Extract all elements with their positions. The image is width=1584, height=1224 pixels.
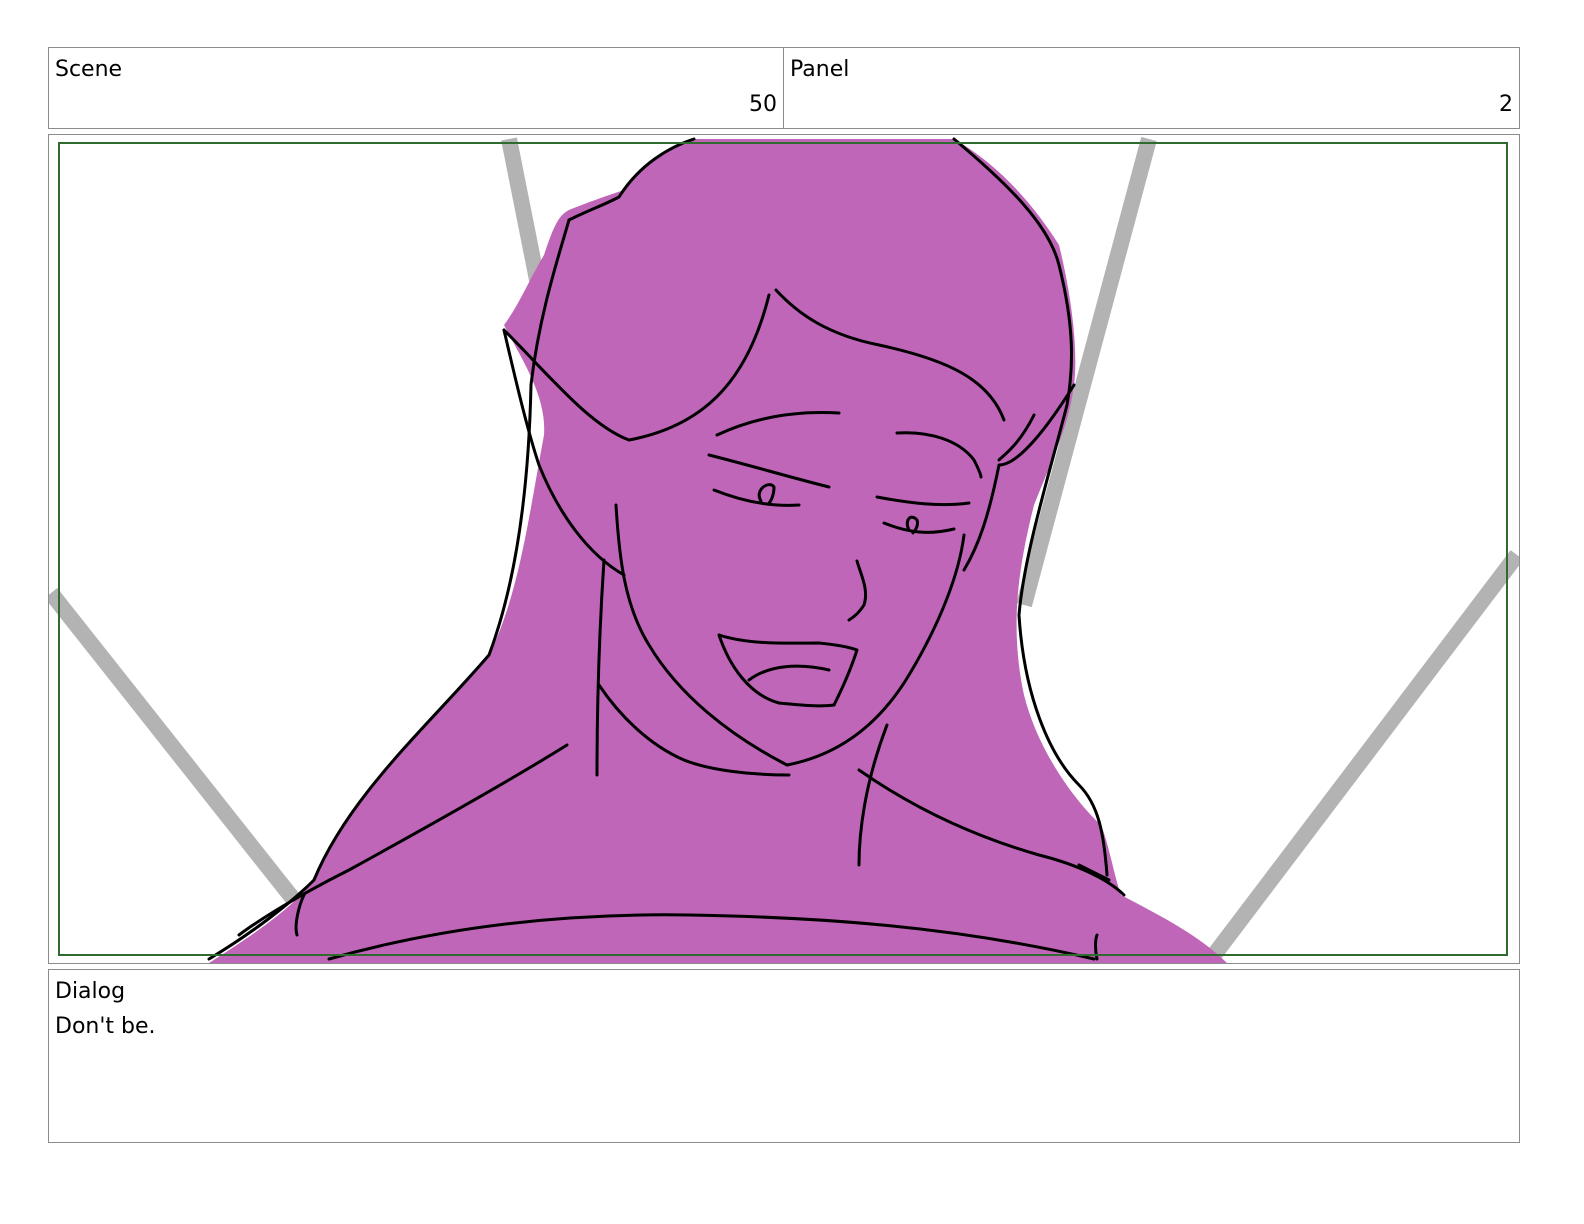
scene-label: Scene: [55, 57, 123, 82]
panel-number: 2: [1499, 92, 1513, 117]
storyboard-sketch-illustration: [49, 136, 1519, 963]
panel-label: Panel: [790, 57, 850, 82]
dialog-label: Dialog: [55, 979, 126, 1004]
character-fill: [209, 139, 1227, 963]
scene-number: 50: [749, 92, 777, 117]
panel-image-frame: [48, 134, 1520, 964]
dialog-text: Don't be.: [55, 1014, 156, 1039]
panel-field: Panel 2: [783, 47, 1520, 129]
scene-field: Scene 50: [48, 47, 784, 129]
dialog-field: Dialog Don't be.: [48, 969, 1520, 1143]
